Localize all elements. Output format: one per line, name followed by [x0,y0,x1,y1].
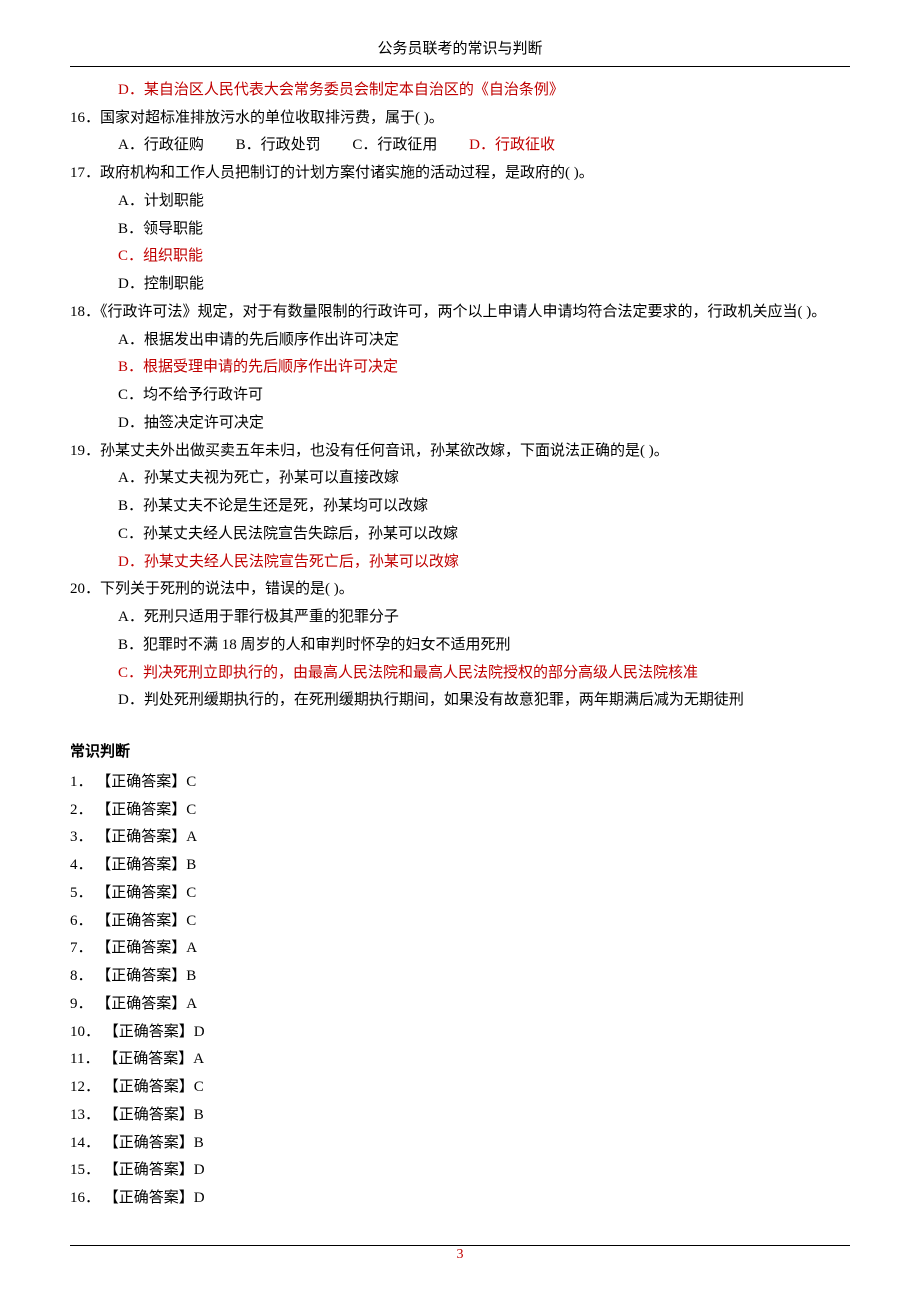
question-text: 孙某丈夫外出做买卖五年未归，也没有任何音讯，孙某欲改嫁，下面说法正确的是( )。 [100,443,669,459]
q18-option-a: A．根据发出申请的先后顺序作出许可决定 [70,327,850,355]
question-text: 《行政许可法》规定，对于有数量限制的行政许可，两个以上申请人申请均符合法定要求的… [100,304,826,320]
option-label: D． [118,82,144,98]
q16-stem: 16．国家对超标准排放污水的单位收取排污费，属于( )。 [70,105,850,133]
answer-line-5: 5． 【正确答案】C [70,880,850,908]
answer-line-6: 6． 【正确答案】C [70,908,850,936]
q19-option-a: A．孙某丈夫视为死亡，孙某可以直接改嫁 [70,465,850,493]
q19-option-c: C．孙某丈夫经人民法院宣告失踪后，孙某可以改嫁 [70,521,850,549]
question-number: 19． [70,443,100,459]
q20-option-b: B．犯罪时不满 18 周岁的人和审判时怀孕的妇女不适用死刑 [70,632,850,660]
page-header-title: 公务员联考的常识与判断 [70,36,850,64]
q18-option-c: C．均不给予行政许可 [70,382,850,410]
q17-option-d: D．控制职能 [70,271,850,299]
q19-stem: 19．孙某丈夫外出做买卖五年未归，也没有任何音讯，孙某欲改嫁，下面说法正确的是(… [70,438,850,466]
question-text: 政府机构和工作人员把制订的计划方案付诸实施的活动过程，是政府的( )。 [100,165,594,181]
answer-line-10: 10． 【正确答案】D [70,1019,850,1047]
question-text: 国家对超标准排放污水的单位收取排污费，属于( )。 [100,110,444,126]
q16-options: A．行政征购 B．行政处罚 C．行政征用 D．行政征收 [70,132,850,160]
q18-option-d: D．抽签决定许可决定 [70,410,850,438]
q17-option-b: B．领导职能 [70,216,850,244]
q16-option-b: B．行政处罚 [236,132,321,160]
answer-line-14: 14． 【正确答案】B [70,1130,850,1158]
answer-line-15: 15． 【正确答案】D [70,1157,850,1185]
q19-option-b: B．孙某丈夫不论是生还是死，孙某均可以改嫁 [70,493,850,521]
question-number: 18． [70,304,100,320]
answer-line-4: 4． 【正确答案】B [70,852,850,880]
question-number: 20． [70,581,100,597]
option-text: 某自治区人民代表大会常务委员会制定本自治区的《自治条例》 [144,82,564,98]
answers-list: 1． 【正确答案】C2． 【正确答案】C3． 【正确答案】A4． 【正确答案】B… [70,769,850,1213]
q20-stem: 20．下列关于死刑的说法中，错误的是( )。 [70,576,850,604]
answer-line-8: 8． 【正确答案】B [70,963,850,991]
question-number: 16． [70,110,100,126]
q15-option-d: D．某自治区人民代表大会常务委员会制定本自治区的《自治条例》 [70,77,850,105]
answer-line-11: 11． 【正确答案】A [70,1046,850,1074]
answer-line-1: 1． 【正确答案】C [70,769,850,797]
q18-stem: 18．《行政许可法》规定，对于有数量限制的行政许可，两个以上申请人申请均符合法定… [70,299,850,327]
header-divider [70,66,850,67]
q16-option-a: A．行政征购 [118,132,204,160]
q19-option-d: D．孙某丈夫经人民法院宣告死亡后，孙某可以改嫁 [70,549,850,577]
q16-option-c: C．行政征用 [352,132,437,160]
page-number: 3 [0,1242,920,1268]
answer-line-9: 9． 【正确答案】A [70,991,850,1019]
answer-line-12: 12． 【正确答案】C [70,1074,850,1102]
answer-line-3: 3． 【正确答案】A [70,824,850,852]
q17-option-a: A．计划职能 [70,188,850,216]
answer-line-13: 13． 【正确答案】B [70,1102,850,1130]
answer-line-2: 2． 【正确答案】C [70,797,850,825]
q20-option-a: A．死刑只适用于罪行极其严重的犯罪分子 [70,604,850,632]
answer-line-16: 16． 【正确答案】D [70,1185,850,1213]
q16-option-d: D．行政征收 [469,132,555,160]
answer-line-7: 7． 【正确答案】A [70,935,850,963]
question-number: 17． [70,165,100,181]
q17-option-c: C．组织职能 [70,243,850,271]
q17-stem: 17．政府机构和工作人员把制订的计划方案付诸实施的活动过程，是政府的( )。 [70,160,850,188]
question-text: 下列关于死刑的说法中，错误的是( )。 [100,581,354,597]
q20-option-c: C．判决死刑立即执行的，由最高人民法院和最高人民法院授权的部分高级人民法院核准 [70,660,850,688]
q20-option-d: D．判处死刑缓期执行的，在死刑缓期执行期间，如果没有故意犯罪，两年期满后减为无期… [70,687,850,715]
q18-option-b: B．根据受理申请的先后顺序作出许可决定 [70,354,850,382]
answers-heading: 常识判断 [70,739,850,767]
